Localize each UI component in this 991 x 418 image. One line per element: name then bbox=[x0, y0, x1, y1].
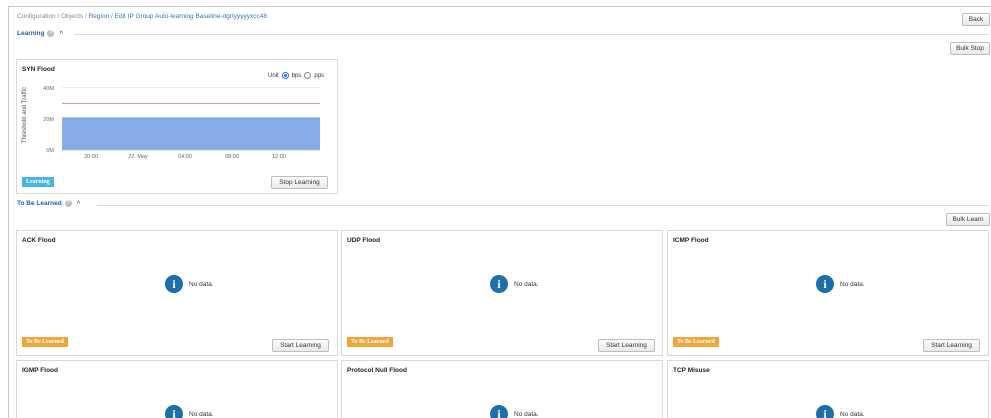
unit-label: Unit bbox=[268, 72, 279, 79]
to-be-learned-section-title: To Be Learned bbox=[17, 200, 62, 207]
no-data-text: No data. bbox=[840, 410, 865, 418]
y-tick-label: 40M bbox=[43, 86, 54, 92]
breadcrumb-separator: / bbox=[57, 13, 60, 20]
breadcrumb-configuration[interactable]: Configuration bbox=[17, 13, 56, 20]
panel-title: TCP Misuse bbox=[673, 367, 710, 374]
panel-title: Protocol Null Flood bbox=[347, 367, 407, 374]
x-tick-label: 12:00 bbox=[272, 154, 286, 160]
info-icon: i bbox=[816, 405, 834, 418]
unit-option-bps[interactable]: bps bbox=[292, 73, 302, 79]
panel-title: UDP Flood bbox=[347, 237, 381, 244]
breadcrumb-objects[interactable]: Objects bbox=[61, 13, 83, 20]
syn-flood-panel: SYN Flood Unit bps pps Threshold and Tra… bbox=[16, 59, 338, 194]
no-data-message: i No data. bbox=[816, 275, 865, 293]
y-tick-label: 20M bbox=[43, 117, 54, 123]
no-data-message: i No data. bbox=[165, 275, 214, 293]
y-tick-label: 0M bbox=[46, 148, 54, 154]
chevron-up-icon[interactable]: ^ bbox=[77, 201, 81, 207]
learning-status-badge: Learning bbox=[22, 177, 54, 187]
help-icon[interactable]: ? bbox=[64, 200, 72, 207]
bulk-stop-button[interactable]: Bulk Stop bbox=[950, 42, 990, 55]
unit-option-pps[interactable]: pps bbox=[314, 73, 324, 79]
back-button[interactable]: Back bbox=[962, 13, 990, 26]
ack-flood-panel: ACK Flood i No data. To Be Learned Start… bbox=[16, 230, 338, 356]
y-axis-title: Threshold and Traffic bbox=[22, 87, 28, 143]
panel-title: IGMP Flood bbox=[22, 367, 58, 374]
igmp-flood-panel: IGMP Flood i No data. bbox=[16, 360, 338, 418]
unit-selector: Unit bps pps bbox=[268, 72, 324, 79]
panel-title: ICMP Flood bbox=[673, 237, 709, 244]
info-icon: i bbox=[165, 275, 183, 293]
x-tick-label: 08:00 bbox=[225, 154, 239, 160]
traffic-area bbox=[62, 117, 320, 150]
to-be-learned-badge: To Be Learned bbox=[22, 337, 68, 347]
x-tick-label: 22. May bbox=[128, 154, 148, 160]
section-divider bbox=[97, 205, 989, 206]
breadcrumb: Configuration / Objects / Region / Edit … bbox=[17, 13, 267, 20]
no-data-message: i No data. bbox=[816, 405, 865, 418]
learning-section-header[interactable]: Learning ? ^ bbox=[17, 30, 63, 37]
no-data-message: i No data. bbox=[490, 275, 539, 293]
info-icon: i bbox=[490, 405, 508, 418]
no-data-message: i No data. bbox=[490, 405, 539, 418]
info-icon: i bbox=[165, 405, 183, 418]
breadcrumb-separator: / bbox=[84, 13, 87, 20]
learning-section-title: Learning bbox=[17, 30, 45, 37]
syn-flood-chart: Threshold and Traffic 40M 20M 0M 20:00 22. Ma… bbox=[22, 86, 320, 160]
no-data-text: No data. bbox=[189, 280, 214, 288]
x-tick-label: 20:00 bbox=[84, 154, 98, 160]
breadcrumb-current: Edit IP Group Auto-learning Baseline-dgr… bbox=[114, 13, 267, 20]
syn-flood-title: SYN Flood bbox=[22, 66, 55, 73]
info-icon: i bbox=[816, 275, 834, 293]
to-be-learned-badge: To Be Learned bbox=[347, 337, 393, 347]
breadcrumb-separator: / bbox=[111, 13, 113, 20]
help-icon[interactable]: ? bbox=[47, 30, 55, 37]
x-tick-label: 04:00 bbox=[178, 154, 192, 160]
no-data-text: No data. bbox=[189, 410, 214, 418]
icmp-flood-panel: ICMP Flood i No data. To Be Learned Star… bbox=[667, 230, 989, 356]
no-data-message: i No data. bbox=[165, 405, 214, 418]
bulk-learn-button[interactable]: Bulk Learn bbox=[946, 213, 990, 226]
stop-learning-button[interactable]: Stop Learning bbox=[271, 176, 328, 189]
start-learning-button[interactable]: Start Learning bbox=[598, 339, 655, 352]
panel-title: ACK Flood bbox=[22, 237, 56, 244]
info-icon: i bbox=[490, 275, 508, 293]
unit-radio-pps[interactable] bbox=[304, 72, 312, 79]
start-learning-button[interactable]: Start Learning bbox=[272, 339, 329, 352]
section-divider bbox=[74, 34, 989, 35]
udp-flood-panel: UDP Flood i No data. To Be Learned Start… bbox=[341, 230, 663, 356]
no-data-text: No data. bbox=[514, 280, 539, 288]
no-data-text: No data. bbox=[514, 410, 539, 418]
start-learning-button[interactable]: Start Learning bbox=[923, 339, 980, 352]
protocol-null-flood-panel: Protocol Null Flood i No data. bbox=[341, 360, 663, 418]
no-data-text: No data. bbox=[840, 280, 865, 288]
tcp-misuse-panel: TCP Misuse i No data. bbox=[667, 360, 989, 418]
unit-radio-bps[interactable] bbox=[281, 72, 289, 79]
to-be-learned-section-header[interactable]: To Be Learned ? ^ bbox=[17, 200, 80, 207]
breadcrumb-region[interactable]: Region bbox=[89, 13, 110, 20]
to-be-learned-badge: To Be Learned bbox=[673, 337, 719, 347]
chevron-up-icon[interactable]: ^ bbox=[59, 31, 63, 37]
